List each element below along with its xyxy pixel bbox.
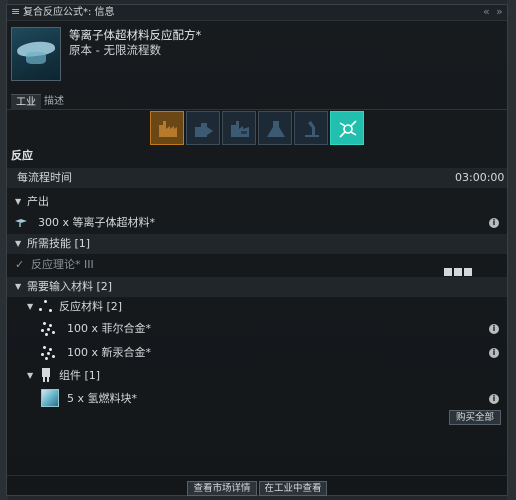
chevron-down-icon: ▼	[15, 239, 22, 248]
component-icon	[42, 368, 50, 382]
reaction-materials-header-label: 反应材料 [2]	[59, 300, 123, 313]
view-in-industry-button[interactable]: 在工业中查看	[259, 481, 327, 496]
science-icon[interactable]	[294, 111, 328, 145]
inputs-header-label: 需要输入材料 [2]	[27, 280, 113, 293]
chevron-down-icon: ▼	[27, 302, 34, 311]
window-title: 复合反应公式*: 信息	[23, 7, 115, 18]
alloy-icon	[41, 322, 55, 336]
expand-icon[interactable]: »	[496, 6, 503, 18]
manufacturing-icon[interactable]	[150, 111, 184, 145]
reaction-materials-header[interactable]: ▼ 反应材料 [2]	[7, 297, 507, 317]
component-label: 5 x 氢燃料块*	[67, 392, 138, 405]
reaction-material-label: 100 x 菲尔合金*	[67, 322, 151, 335]
skill-item-label: 反应理论* III	[31, 258, 94, 271]
chevron-down-icon: ▼	[15, 282, 22, 291]
reaction-material-label: 100 x 新汞合金*	[67, 346, 151, 359]
tab-industry[interactable]: 工业	[11, 94, 41, 110]
tab-description[interactable]: 描述	[39, 94, 69, 110]
blueprint-title: 等离子体超材料反应配方*	[69, 28, 202, 42]
invention-icon[interactable]	[222, 111, 256, 145]
title-bar[interactable]: ≡ 复合反应公式*: 信息 « »	[7, 5, 507, 21]
checkmark-icon: ✓	[15, 258, 25, 271]
skill-item[interactable]: ✓ 反应理论* III	[7, 255, 507, 275]
blueprint-subtitle: 原本 - 无限流程数	[69, 43, 161, 57]
inputs-header[interactable]: ▼ 需要输入材料 [2]	[7, 277, 507, 297]
skills-header-label: 所需技能 [1]	[27, 237, 91, 250]
component-item[interactable]: 5 x 氢燃料块* i	[7, 389, 507, 409]
info-icon[interactable]: i	[489, 348, 499, 358]
skills-header[interactable]: ▼ 所需技能 [1]	[7, 234, 507, 254]
reaction-material-item[interactable]: 100 x 新汞合金* i	[7, 343, 507, 363]
chevron-down-icon: ▼	[15, 197, 22, 206]
ship-graphic-secondary	[26, 52, 46, 64]
output-item[interactable]: 300 x 等离子体超材料* i	[7, 213, 507, 233]
window-menu-icon[interactable]: ≡	[11, 6, 21, 18]
alloy-icon	[41, 346, 55, 360]
chevron-down-icon: ▼	[27, 371, 34, 380]
reaction-section-heading: 反应	[11, 149, 33, 162]
copy-icon[interactable]	[186, 111, 220, 145]
footer-divider	[7, 475, 507, 476]
time-value: 03:00:00	[455, 171, 505, 184]
material-icon	[15, 219, 27, 227]
info-icon[interactable]: i	[489, 394, 499, 404]
outputs-header[interactable]: ▼ 产出	[7, 192, 507, 212]
collapse-icon[interactable]: «	[483, 6, 490, 18]
reaction-material-item[interactable]: 100 x 菲尔合金* i	[7, 319, 507, 339]
info-icon[interactable]: i	[489, 324, 499, 334]
output-item-label: 300 x 等离子体超材料*	[38, 216, 155, 229]
time-label: 每流程时间	[17, 171, 72, 184]
research-icon[interactable]	[258, 111, 292, 145]
view-market-details-button[interactable]: 查看市场详情	[187, 481, 257, 496]
components-header[interactable]: ▼ 组件 [1]	[7, 366, 507, 386]
time-row: 每流程时间 03:00:00	[7, 168, 507, 188]
buy-all-button[interactable]: 购买全部	[449, 410, 501, 425]
components-header-label: 组件 [1]	[59, 369, 101, 382]
info-icon[interactable]: i	[489, 218, 499, 228]
info-window: ≡ 复合反应公式*: 信息 « » 等离子体超材料反应配方* 原本 - 无限流程…	[6, 4, 508, 496]
right-background-strip	[507, 0, 516, 500]
outputs-header-label: 产出	[27, 195, 49, 208]
tab-bar: 工业 描述	[7, 92, 507, 110]
reaction-material-icon	[39, 300, 53, 314]
blueprint-thumbnail[interactable]	[11, 27, 61, 81]
reaction-icon[interactable]	[330, 111, 364, 145]
